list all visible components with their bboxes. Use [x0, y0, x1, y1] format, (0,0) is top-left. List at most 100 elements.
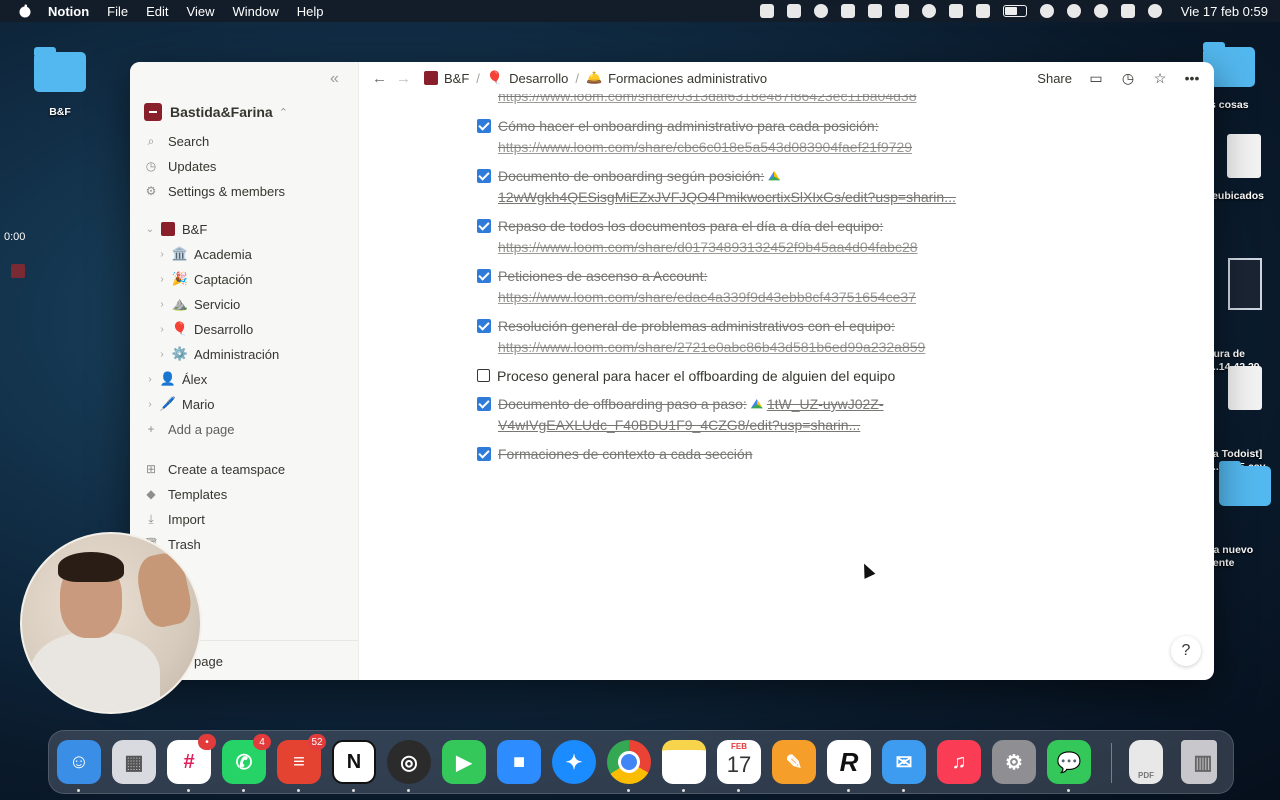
teamspace-bf[interactable]: ⌄ B&F	[144, 218, 208, 240]
breadcrumb-item-desarrollo[interactable]: Desarrollo	[509, 71, 568, 86]
chevron-down-icon[interactable]: ⌄	[144, 224, 156, 235]
share-button[interactable]: Share	[1037, 71, 1072, 86]
sidebar-item-mario[interactable]: › 🖊️ Mario	[144, 393, 214, 415]
collapse-sidebar-icon[interactable]: «	[330, 70, 346, 87]
dock-launchpad[interactable]: ▦	[112, 740, 156, 784]
checkbox[interactable]	[477, 219, 491, 233]
sidebar-item-academia[interactable]: › 🏛️ Academia	[156, 243, 251, 265]
sidebar-item-create-teamspace[interactable]: ⊞ Create a teamspace	[144, 458, 285, 480]
menu-clock[interactable]: Vie 17 feb 0:59	[1181, 4, 1268, 19]
dock-whatsapp[interactable]: ✆ 4	[222, 734, 271, 784]
user-icon[interactable]	[1066, 4, 1081, 18]
chevron-right-icon[interactable]: ›	[156, 249, 168, 260]
workspace-switcher[interactable]: Bastida&Farina ⌃	[144, 103, 288, 121]
sidebar-item-updates[interactable]: ◷ Updates	[144, 155, 217, 177]
dock-notes[interactable]	[662, 740, 706, 784]
dock-pdf-file[interactable]: PDF	[1129, 740, 1163, 784]
desktop-folder-bf[interactable]: B&F	[30, 47, 90, 119]
dock-safari[interactable]: ✦	[552, 740, 596, 784]
sidebar-item-import[interactable]: ⤓ Import	[144, 508, 205, 530]
chevron-right-icon[interactable]: ›	[144, 399, 156, 410]
new-page-button[interactable]: page	[194, 650, 223, 672]
history-clock-icon[interactable]: ◷	[1120, 70, 1136, 86]
m-tray-icon[interactable]	[840, 4, 855, 18]
sidebar-item-servicio[interactable]: › ⛰️ Servicio	[156, 293, 240, 315]
dock-slack[interactable]: # •	[167, 734, 216, 784]
menu-app-name[interactable]: Notion	[48, 4, 89, 19]
menu-window[interactable]: Window	[232, 4, 278, 19]
checkbox[interactable]	[477, 319, 491, 333]
sidebar-item-templates[interactable]: ◆ Templates	[144, 483, 227, 505]
dock-todoist[interactable]: ≡ 52	[277, 734, 326, 784]
chevron-right-icon[interactable]: ›	[156, 274, 168, 285]
help-button[interactable]: ?	[1171, 636, 1201, 666]
sidebar-item-settings[interactable]: ⚙ Settings & members	[144, 180, 285, 202]
dock-zoom[interactable]: ■	[497, 740, 541, 784]
dock-messages[interactable]: 💬	[1047, 740, 1091, 784]
star-icon[interactable]: ☆	[1152, 70, 1168, 86]
forward-arrow-icon[interactable]: →	[396, 70, 414, 87]
sidebar-item-captacion[interactable]: › 🎉 Captación	[156, 268, 252, 290]
dock-mail[interactable]: ✉	[882, 740, 926, 784]
wifi-icon[interactable]	[1039, 4, 1054, 18]
drive-tray-icon[interactable]	[786, 4, 801, 18]
stop-recording-icon[interactable]	[11, 264, 25, 278]
desktop-folder-nuevo-cliente[interactable]: ta nuevo iente	[1210, 440, 1280, 583]
more-options-icon[interactable]: •••	[1184, 70, 1200, 86]
checkbox[interactable]	[477, 447, 491, 461]
breadcrumb-item-current[interactable]: Formaciones administrativo	[608, 71, 767, 86]
dock-calendar[interactable]: FEB 17	[717, 740, 761, 784]
checkbox[interactable]	[477, 369, 490, 382]
sidebar-item-alex[interactable]: › 👤 Álex	[144, 368, 207, 390]
menu-view[interactable]: View	[187, 4, 215, 19]
todo-link-inline[interactable]: 1tW_UZ-uywJ02Z-	[767, 396, 884, 412]
add-page-button[interactable]: + Add a page	[144, 418, 234, 440]
battery-icon[interactable]	[1002, 5, 1027, 17]
todo-link[interactable]: https://www.loom.com/share/d017348931324…	[498, 237, 918, 258]
checkbox[interactable]	[477, 169, 491, 183]
apple-icon[interactable]	[18, 4, 32, 18]
dock-finder[interactable]: ☺	[57, 740, 101, 784]
clipboard-tray-icon[interactable]	[894, 4, 909, 18]
sidebar-item-search[interactable]: ⌕ Search	[144, 130, 210, 152]
dock-notion[interactable]: N	[332, 740, 376, 784]
todo-link[interactable]: 12wWgkh4QESisgMiEZxJVFJQO4PmikwocrtixSlX…	[498, 187, 956, 208]
chevron-right-icon[interactable]: ›	[156, 299, 168, 310]
chevron-right-icon[interactable]: ›	[156, 349, 168, 360]
sidebar-item-desarrollo[interactable]: › 🎈 Desarrollo	[156, 318, 253, 340]
spotlight-search-icon[interactable]	[1093, 4, 1108, 18]
sun-tray-icon[interactable]	[813, 4, 828, 18]
dock-pages[interactable]: ✎	[772, 740, 816, 784]
dock-obs[interactable]: ◎	[387, 740, 431, 784]
signature-tray-icon[interactable]	[867, 4, 882, 18]
menu-help[interactable]: Help	[297, 4, 324, 19]
checkbox[interactable]	[477, 119, 491, 133]
checkbox[interactable]	[477, 397, 491, 411]
todo-link[interactable]: https://www.loom.com/share/cbc6c018e5a54…	[498, 137, 912, 158]
dock-chrome[interactable]	[607, 740, 651, 784]
checkbox[interactable]	[477, 269, 491, 283]
fork-tray-icon[interactable]	[948, 4, 963, 18]
sidebar-item-administracion[interactable]: › ⚙️ Administración	[156, 343, 279, 365]
menu-edit[interactable]: Edit	[146, 4, 168, 19]
todo-link[interactable]: https://www.loom.com/share/edac4a339f9d4…	[498, 287, 916, 308]
breadcrumb-item-bf[interactable]: B&F	[444, 71, 469, 86]
play-tray-icon[interactable]	[921, 4, 936, 18]
zoom-tray-icon[interactable]	[759, 4, 774, 18]
dock-music[interactable]: ♫	[937, 740, 981, 784]
todo-link[interactable]: V4wIVgEAXLUdc_F40BDU1F9_4CZG8/edit?usp=s…	[498, 415, 884, 436]
todo-link[interactable]: https://www.loom.com/share/2721e0abc86b4…	[498, 337, 925, 358]
todo-link[interactable]: https://www.loom.com/share/0313daf6318e4…	[498, 94, 917, 107]
menu-file[interactable]: File	[107, 4, 128, 19]
siri-icon[interactable]	[1147, 4, 1162, 18]
control-center-icon[interactable]	[1120, 4, 1135, 18]
comment-icon[interactable]: ▭	[1088, 70, 1104, 86]
chevron-right-icon[interactable]: ›	[156, 324, 168, 335]
dock-trash[interactable]: ▥	[1181, 740, 1217, 784]
desktop-file-reubicados[interactable]: reubicados	[1208, 134, 1280, 203]
chevron-right-icon[interactable]: ›	[144, 374, 156, 385]
dock-facetime[interactable]: ▶	[442, 740, 486, 784]
dock-system-settings[interactable]: ⚙	[992, 740, 1036, 784]
bluetooth-icon[interactable]	[975, 4, 990, 18]
dock-reeder[interactable]: R	[827, 740, 871, 784]
